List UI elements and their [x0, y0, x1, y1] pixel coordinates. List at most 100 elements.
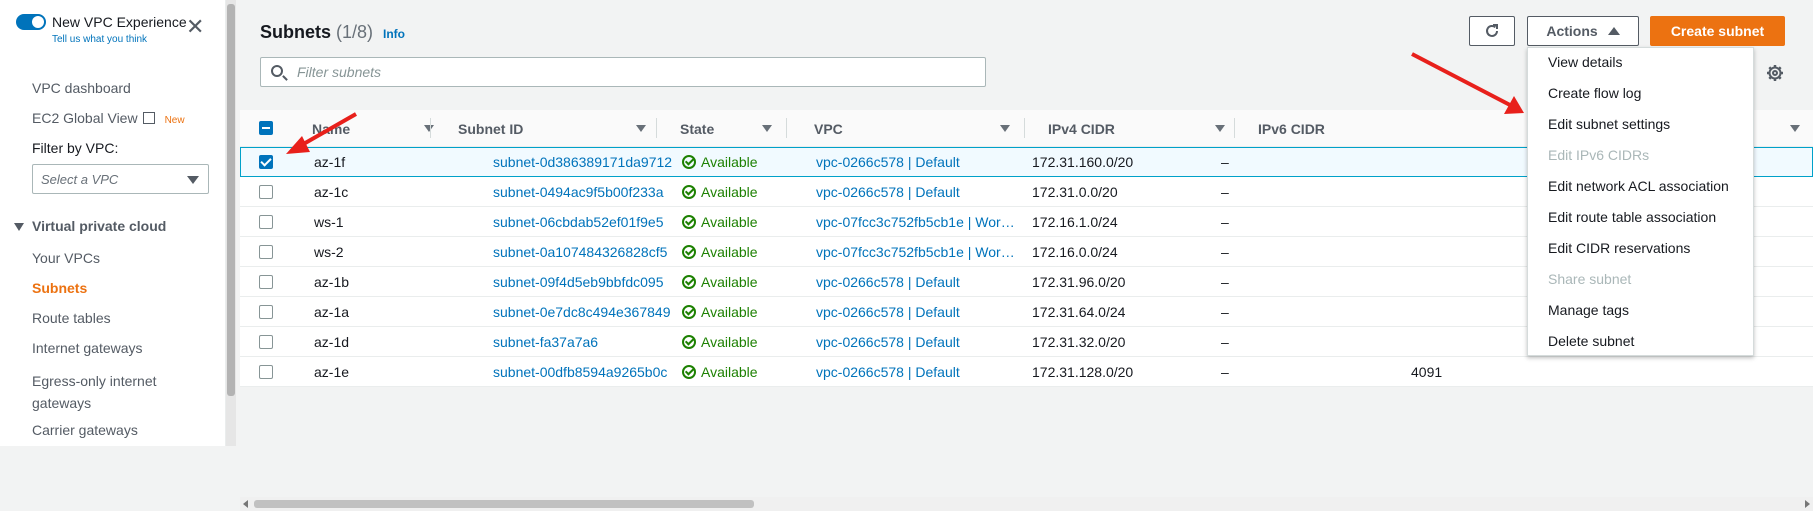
filter-by-vpc-label: Filter by VPC:: [32, 140, 119, 156]
cell-subnet-id[interactable]: subnet-00dfb8594a9265b0c: [493, 357, 693, 387]
cell-vpc[interactable]: vpc-0266c578 | Default: [816, 357, 1022, 387]
status-available-icon: [682, 365, 696, 379]
cell-subnet-id[interactable]: subnet-06cbdab52ef01f9e5: [493, 207, 693, 237]
sort-icon[interactable]: [1000, 125, 1010, 132]
close-icon[interactable]: ✕: [186, 16, 204, 38]
feedback-link[interactable]: Tell us what you think: [52, 34, 147, 45]
menu-item-view-details[interactable]: View details: [1548, 54, 1622, 70]
sort-icon[interactable]: [762, 125, 772, 132]
cell-ipv4-cidr: 172.31.96.0/20: [1032, 274, 1126, 290]
nav-your-vpcs[interactable]: Your VPCs: [32, 250, 100, 266]
row-checkbox[interactable]: [259, 335, 273, 349]
cell-subnet-id[interactable]: subnet-0a107484326828cf5: [493, 237, 693, 267]
menu-item-edit-ipv6-cidrs: Edit IPv6 CIDRs: [1548, 147, 1650, 163]
select-all-checkbox[interactable]: [259, 121, 273, 135]
nav-egress-only-internet-gateways[interactable]: Egress-only internet gateways: [32, 370, 182, 414]
state-text: Available: [701, 154, 758, 170]
state-text: Available: [701, 184, 758, 200]
actions-button-label: Actions: [1546, 23, 1598, 39]
state-text: Available: [701, 304, 758, 320]
cell-vpc[interactable]: vpc-07fcc3c752fb5cb1e | Wor…: [816, 207, 1022, 237]
cell-ipv6-cidr: –: [1221, 244, 1229, 260]
create-subnet-button[interactable]: Create subnet: [1650, 16, 1785, 46]
cell-name: ws-1: [314, 214, 344, 230]
column-header-ipv4-cidr[interactable]: IPv4 CIDR: [1024, 110, 1235, 147]
column-header-label: VPC: [814, 120, 843, 137]
section-title: Virtual private cloud: [32, 218, 167, 234]
cell-vpc[interactable]: vpc-0266c578 | Default: [816, 267, 1022, 297]
sort-icon[interactable]: [424, 125, 434, 132]
table-row[interactable]: az-1e subnet-00dfb8594a9265b0c Available vp…: [240, 357, 1813, 387]
nav-carrier-gateways[interactable]: Carrier gateways: [32, 422, 138, 438]
actions-dropdown-menu: View details Create flow log Edit subnet s…: [1527, 47, 1754, 356]
nav-subnets[interactable]: Subnets: [32, 280, 87, 296]
cell-state: Available: [682, 207, 792, 237]
horizontal-scrollbar-thumb[interactable]: [254, 500, 754, 508]
section-virtual-private-cloud[interactable]: Virtual private cloud: [14, 218, 166, 234]
nav-ec2-global-view[interactable]: EC2 Global View New: [32, 110, 185, 126]
nav-scrollbar[interactable]: [226, 0, 236, 446]
menu-item-create-flow-log[interactable]: Create flow log: [1548, 85, 1641, 101]
cell-ipv4-cidr: 172.31.64.0/24: [1032, 304, 1126, 320]
info-link[interactable]: Info: [383, 27, 405, 41]
nav-vpc-dashboard[interactable]: VPC dashboard: [32, 80, 131, 96]
sort-icon[interactable]: [636, 125, 646, 132]
row-checkbox[interactable]: [259, 245, 273, 259]
row-checkbox[interactable]: [259, 275, 273, 289]
row-checkbox[interactable]: [259, 185, 273, 199]
nav-route-tables[interactable]: Route tables: [32, 310, 111, 326]
row-checkbox[interactable]: [259, 215, 273, 229]
scroll-left-icon[interactable]: [243, 500, 248, 508]
filter-subnets-input[interactable]: [295, 63, 975, 81]
new-experience-toggle-row[interactable]: New VPC Experience: [16, 14, 187, 30]
state-text: Available: [701, 244, 758, 260]
column-header-ipv6-cidr[interactable]: IPv6 CIDR: [1234, 110, 1440, 147]
cell-subnet-id[interactable]: subnet-0494ac9f5b00f233a: [493, 177, 693, 207]
menu-item-manage-tags[interactable]: Manage tags: [1548, 302, 1629, 318]
menu-item-edit-network-acl-association[interactable]: Edit network ACL association: [1548, 178, 1729, 194]
new-experience-toggle[interactable]: [16, 14, 46, 30]
column-header-state[interactable]: State: [656, 110, 782, 147]
cell-ipv4-cidr: 172.31.128.0/20: [1032, 364, 1134, 380]
cell-subnet-id[interactable]: subnet-09f4d5eb9bbfdc095: [493, 267, 693, 297]
filter-subnets-box[interactable]: [260, 57, 986, 87]
refresh-icon: [1486, 24, 1498, 37]
nav-scrollbar-thumb[interactable]: [227, 4, 235, 396]
sort-icon[interactable]: [1215, 125, 1225, 132]
sort-icon[interactable]: [1790, 125, 1800, 132]
row-checkbox[interactable]: [259, 305, 273, 319]
selection-count: (1/8): [336, 22, 374, 42]
cell-vpc[interactable]: vpc-0266c578 | Default: [816, 177, 1022, 207]
state-text: Available: [701, 214, 758, 230]
cell-vpc[interactable]: vpc-0266c578 | Default: [816, 327, 1022, 357]
menu-item-edit-cidr-reservations[interactable]: Edit CIDR reservations: [1548, 240, 1690, 256]
menu-item-edit-route-table-association[interactable]: Edit route table association: [1548, 209, 1716, 225]
column-header-name[interactable]: Name: [312, 110, 434, 147]
cell-vpc[interactable]: vpc-0266c578 | Default: [816, 147, 1022, 177]
cell-vpc[interactable]: vpc-0266c578 | Default: [816, 297, 1022, 327]
nav-internet-gateways[interactable]: Internet gateways: [32, 340, 143, 356]
column-header-label: State: [680, 120, 715, 137]
cell-subnet-id[interactable]: subnet-0e7dc8c494e367849: [493, 297, 693, 327]
column-header-subnet-id[interactable]: Subnet ID: [430, 110, 656, 147]
cell-state: Available: [682, 177, 792, 207]
scroll-right-icon[interactable]: [1805, 500, 1810, 508]
row-checkbox[interactable]: [259, 365, 273, 379]
menu-item-delete-subnet[interactable]: Delete subnet: [1548, 333, 1634, 349]
cell-name: az-1b: [314, 274, 350, 290]
column-header-vpc[interactable]: VPC: [786, 110, 1022, 147]
horizontal-scrollbar[interactable]: [240, 497, 1813, 511]
cell-ipv6-cidr: –: [1221, 214, 1229, 230]
vpc-select[interactable]: Select a VPC: [32, 164, 209, 194]
gear-icon[interactable]: [1766, 64, 1784, 82]
refresh-button[interactable]: [1469, 16, 1515, 46]
cell-vpc[interactable]: vpc-07fcc3c752fb5cb1e | Wor…: [816, 237, 1022, 267]
cell-subnet-id[interactable]: subnet-0d386389171da9712: [493, 147, 693, 177]
actions-button[interactable]: Actions: [1527, 16, 1639, 46]
cell-ipv4-cidr: 172.31.0.0/20: [1032, 184, 1118, 200]
column-divider: [1024, 118, 1025, 138]
menu-item-edit-subnet-settings[interactable]: Edit subnet settings: [1548, 116, 1670, 132]
new-badge: New: [164, 115, 185, 126]
cell-subnet-id[interactable]: subnet-fa37a7a6: [493, 327, 693, 357]
row-checkbox[interactable]: [259, 155, 273, 169]
